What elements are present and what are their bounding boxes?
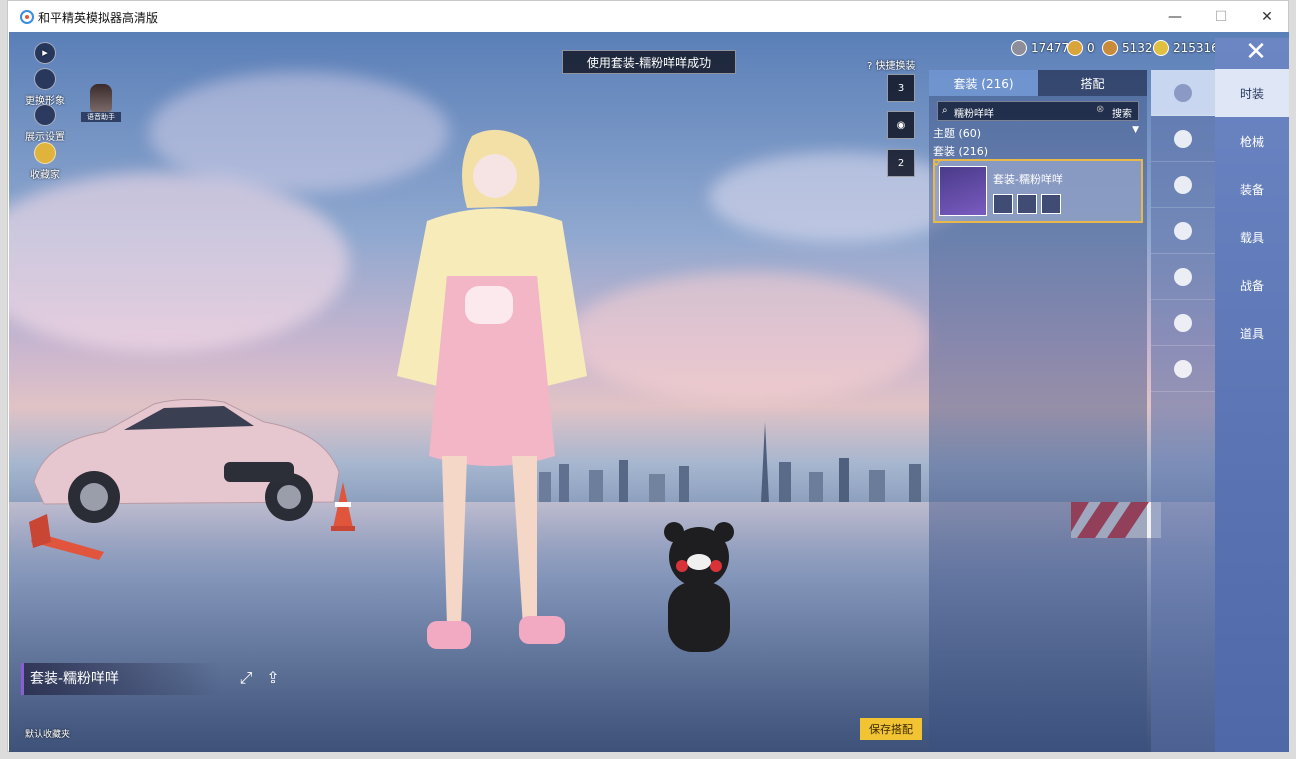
pink-car (33, 398, 340, 523)
avatar-icon (34, 68, 56, 90)
outfit-card[interactable]: ✓ 套装-糯粉咩咩 (933, 156, 1143, 223)
search-box[interactable]: ⌕ 糯粉咩咩 ⊗ 搜索 (937, 101, 1139, 121)
coin-icon (1011, 40, 1027, 56)
currency-value: 17477 (1031, 41, 1070, 55)
game-viewport[interactable]: ▸ 更换形象 展示设置 收藏家 语音助手 使用套装-糯粉咩咩成功 17477 0 (9, 32, 1289, 752)
theme-label: 主题 (60) (933, 127, 982, 140)
currency-item: 5132 (1102, 40, 1153, 56)
category-column (1151, 70, 1215, 752)
maximize-button[interactable]: ☐ (1198, 1, 1244, 32)
glasses-icon (1174, 175, 1192, 194)
voice-assistant-label: 语音助手 (81, 112, 121, 122)
success-toast: 使用套装-糯粉咩咩成功 (562, 50, 736, 74)
help-icon: ? (867, 61, 873, 72)
display-settings-button[interactable]: 展示设置 (17, 104, 73, 143)
outfit-card-name: 套装-糯粉咩咩 (993, 173, 1063, 186)
nav-fashion[interactable]: 时装 (1215, 69, 1289, 117)
nav-guns[interactable]: 枪械 (1215, 117, 1289, 165)
currency-value: 215316 (1173, 41, 1219, 55)
nav-props[interactable]: 道具 (1215, 309, 1289, 357)
play-icon: ▸ (34, 42, 56, 64)
quick-change-text: 快捷换装 (875, 61, 916, 72)
quick-slot-locked[interactable]: ◉ (887, 111, 915, 139)
chevron-down-icon: ▼ (1132, 125, 1139, 135)
category-outfit[interactable] (1151, 70, 1215, 116)
minimize-button[interactable]: — (1152, 1, 1198, 32)
wardrobe-panel: 套装 (216) 搭配 ⌕ 糯粉咩咩 ⊗ 搜索 主题 (60) ▼ 套装 (21… (929, 70, 1147, 752)
favorite-add-icon[interactable]: ⤢ (234, 668, 258, 690)
toolbar-play-button[interactable]: ▸ (17, 42, 73, 66)
close-window-button[interactable]: ✕ (1244, 1, 1290, 32)
cloud (9, 172, 349, 352)
tab-match[interactable]: 搭配 (1038, 70, 1147, 96)
traffic-cone (29, 514, 104, 560)
outfit-thumbnail (939, 166, 987, 216)
currency-value: 0 (1087, 41, 1095, 55)
main-sidebar: ✕ 时装 枪械 装备 载具 战备 道具 (1215, 38, 1289, 752)
piece-top-icon[interactable] (993, 194, 1013, 214)
top-icon (1174, 267, 1192, 286)
title-bar: 和平精英模拟器高清版 — ☐ ✕ (8, 1, 1288, 32)
share-icon[interactable]: ⇪ (261, 668, 285, 690)
quick-change-label[interactable]: ? 快捷换装 (867, 57, 916, 72)
coin-icon (1153, 40, 1169, 56)
app-logo-icon (20, 10, 34, 24)
search-button[interactable]: 搜索 (1112, 105, 1132, 120)
assistant-avatar (90, 84, 112, 112)
nav-equipment[interactable]: 装备 (1215, 165, 1289, 213)
eye-icon (34, 104, 56, 126)
collector-button[interactable]: 收藏家 (17, 142, 73, 181)
collector-label: 收藏家 (30, 170, 60, 181)
close-icon[interactable]: ✕ (1241, 38, 1271, 68)
currency-item: 0 (1067, 40, 1095, 56)
quick-slot[interactable]: 3 (887, 74, 915, 102)
coin-icon (1102, 40, 1118, 56)
piece-head-icon[interactable] (1041, 194, 1061, 214)
category-pants[interactable] (1151, 300, 1215, 346)
tab-sets[interactable]: 套装 (216) (929, 70, 1038, 96)
currency-value: 5132 (1122, 41, 1153, 55)
nav-vehicles[interactable]: 载具 (1215, 213, 1289, 261)
search-icon: ⌕ (942, 105, 948, 116)
category-hat[interactable] (1151, 116, 1215, 162)
nav-gear[interactable]: 战备 (1215, 261, 1289, 309)
save-outfit-button[interactable]: 保存搭配 (860, 718, 922, 740)
lock-icon: ◉ (896, 119, 906, 131)
change-avatar-button[interactable]: 更换形象 (17, 68, 73, 107)
category-face[interactable] (1151, 208, 1215, 254)
window-title: 和平精英模拟器高清版 (38, 11, 159, 25)
pants-icon (1174, 313, 1192, 332)
voice-assistant-button[interactable]: 语音助手 (81, 84, 121, 124)
default-favorites-label[interactable]: 默认收藏夹 (25, 727, 70, 740)
currency-item: 215316 (1153, 40, 1219, 56)
currency-item: 17477 (1011, 40, 1069, 56)
face-icon (1174, 221, 1192, 240)
category-top[interactable] (1151, 254, 1215, 300)
traffic-cone (331, 482, 355, 531)
app-window: 和平精英模拟器高清版 — ☐ ✕ ▸ 更换形象 展示设置 收藏家 语音助手 使用… (7, 0, 1289, 752)
search-input[interactable]: 糯粉咩咩 (954, 105, 994, 120)
character-model[interactable] (387, 126, 597, 666)
quick-slot[interactable]: 2 (887, 149, 915, 177)
bear-mascot[interactable] (654, 522, 744, 662)
category-glasses[interactable] (1151, 162, 1215, 208)
outfit-icon (1174, 83, 1192, 102)
category-shoes[interactable] (1151, 346, 1215, 392)
hat-icon (1174, 129, 1192, 148)
set-section-label: 套装 (216) (933, 145, 989, 158)
cloud (569, 272, 929, 402)
hanger-icon: 3 (897, 82, 905, 94)
coin-icon (1067, 40, 1083, 56)
badge-icon (34, 142, 56, 164)
hanger-icon: 2 (897, 157, 905, 169)
current-outfit-name: 套装-糯粉咩咩 (21, 663, 221, 695)
clear-icon[interactable]: ⊗ (1096, 104, 1104, 115)
shoes-icon (1174, 359, 1192, 378)
theme-filter[interactable]: 主题 (60) ▼ (933, 125, 1143, 141)
piece-shoes-icon[interactable] (1017, 194, 1037, 214)
